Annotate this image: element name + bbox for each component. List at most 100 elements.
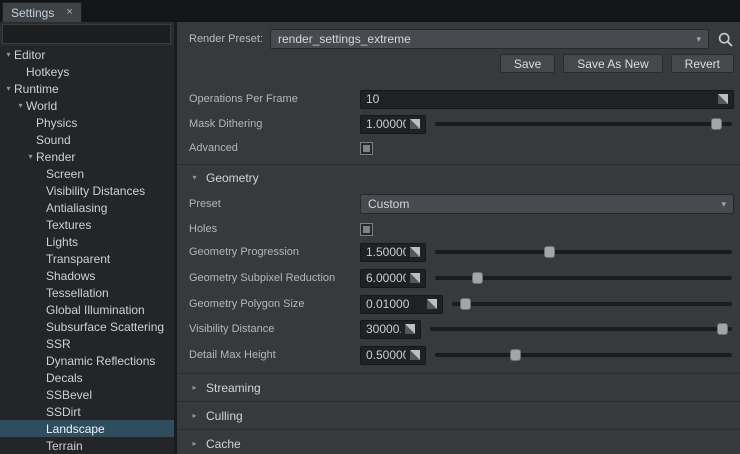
sidebar-item-textures[interactable]: Textures — [0, 216, 174, 233]
sidebar-item-ssr[interactable]: SSR — [0, 335, 174, 352]
section-cache[interactable]: ▸ Cache — [177, 429, 740, 454]
value-drag-icon[interactable] — [405, 324, 415, 334]
field-value: 0.50000 — [366, 348, 406, 362]
sidebar-search-input[interactable] — [2, 24, 171, 44]
revert-button[interactable]: Revert — [671, 54, 734, 73]
chevron-down-icon[interactable]: ▾ — [3, 84, 14, 93]
value-drag-icon[interactable] — [718, 94, 728, 104]
search-icon[interactable] — [717, 31, 734, 48]
chevron-right-icon[interactable]: ▸ — [189, 439, 200, 448]
section-geometry[interactable]: ▾ Geometry — [177, 164, 740, 190]
sidebar-item-physics[interactable]: Physics — [0, 114, 174, 131]
slider-track[interactable] — [435, 122, 732, 126]
save-button[interactable]: Save — [500, 54, 555, 73]
geometry-subpixel-reduction-input[interactable]: 6.00000 — [360, 269, 426, 288]
slider-track[interactable] — [435, 250, 732, 254]
value-drag-icon[interactable] — [410, 119, 420, 129]
sidebar-item-hotkeys[interactable]: Hotkeys — [0, 63, 174, 80]
tree-item-label: Lights — [46, 235, 78, 249]
geometry-preset-dropdown[interactable]: Custom ▾ — [360, 194, 734, 214]
value-drag-icon[interactable] — [410, 350, 420, 360]
slider-handle[interactable] — [472, 272, 483, 284]
geometry-polygon-size-slider[interactable] — [452, 297, 734, 311]
geometry-subpixel-reduction-slider[interactable] — [435, 271, 734, 285]
slider-handle[interactable] — [717, 323, 728, 335]
chevron-down-icon[interactable]: ▾ — [189, 173, 200, 182]
mask-dithering-input[interactable]: 1.00000 — [360, 115, 426, 134]
sidebar-item-transparent[interactable]: Transparent — [0, 250, 174, 267]
slider-handle[interactable] — [460, 298, 471, 310]
sidebar-item-screen[interactable]: Screen — [0, 165, 174, 182]
geometry-progression-input[interactable]: 1.50000 — [360, 243, 426, 262]
close-icon[interactable]: × — [66, 7, 72, 18]
sidebar-item-antialiasing[interactable]: Antialiasing — [0, 199, 174, 216]
slider-handle[interactable] — [544, 246, 555, 258]
sidebar-item-dynamic-reflections[interactable]: Dynamic Reflections — [0, 352, 174, 369]
slider-handle[interactable] — [711, 118, 722, 130]
sidebar-item-lights[interactable]: Lights — [0, 233, 174, 250]
save-as-new-button[interactable]: Save As New — [563, 54, 662, 73]
advanced-row: Advanced — [189, 140, 734, 156]
advanced-checkbox[interactable] — [360, 142, 373, 155]
sidebar-item-global-illumination[interactable]: Global Illumination — [0, 301, 174, 318]
chevron-down-icon[interactable]: ▾ — [15, 101, 26, 110]
chevron-down-icon: ▾ — [721, 199, 726, 210]
chevron-down-icon: ▾ — [696, 34, 701, 45]
tree-item-label: Editor — [14, 48, 45, 62]
mask-dithering-slider[interactable] — [435, 117, 734, 131]
slider-handle[interactable] — [510, 349, 521, 361]
sidebar-item-shadows[interactable]: Shadows — [0, 267, 174, 284]
field-label: Preset — [189, 198, 360, 210]
slider-track[interactable] — [452, 302, 732, 306]
tree-item-label: SSBevel — [46, 388, 92, 402]
tab-settings[interactable]: Settings × — [2, 2, 82, 22]
sidebar-item-terrain[interactable]: Terrain — [0, 437, 174, 454]
field-value: 1.50000 — [366, 245, 406, 259]
detail-max-height-slider[interactable] — [435, 348, 734, 362]
render-preset-dropdown[interactable]: render_settings_extreme ▾ — [270, 29, 709, 49]
sidebar-item-subsurface-scattering[interactable]: Subsurface Scattering — [0, 318, 174, 335]
operations-per-frame-input[interactable]: 10 — [360, 90, 734, 109]
chevron-right-icon[interactable]: ▸ — [189, 383, 200, 392]
tree-item-label: Subsurface Scattering — [46, 320, 164, 334]
tree-item-label: Hotkeys — [26, 65, 69, 79]
tree-item-label: Landscape — [46, 422, 105, 436]
value-drag-icon[interactable] — [410, 273, 420, 283]
value-drag-icon[interactable] — [410, 247, 420, 257]
tree-item-label: Decals — [46, 371, 83, 385]
sidebar-item-visibility-distances[interactable]: Visibility Distances — [0, 182, 174, 199]
chevron-down-icon[interactable]: ▾ — [3, 50, 14, 59]
section-title: Cache — [206, 437, 241, 451]
field-value: 1.00000 — [366, 117, 406, 131]
chevron-right-icon[interactable]: ▸ — [189, 411, 200, 420]
sidebar-item-editor[interactable]: ▾ Editor — [0, 46, 174, 63]
geometry-progression-row: Geometry Progression 1.50000 — [189, 242, 734, 262]
visibility-distance-input[interactable]: 30000.0 — [360, 320, 421, 339]
detail-max-height-input[interactable]: 0.50000 — [360, 346, 426, 365]
slider-track[interactable] — [430, 327, 732, 331]
sidebar-item-render[interactable]: ▾ Render — [0, 148, 174, 165]
sidebar-item-runtime[interactable]: ▾ Runtime — [0, 80, 174, 97]
sidebar-item-ssdirt[interactable]: SSDirt — [0, 403, 174, 420]
sidebar-item-world[interactable]: ▾ World — [0, 97, 174, 114]
field-value: 6.00000 — [366, 271, 406, 285]
settings-sidebar: ▾ Editor Hotkeys ▾ Runtime ▾ World P — [0, 22, 177, 454]
holes-checkbox[interactable] — [360, 223, 373, 236]
field-value: 10 — [366, 92, 379, 106]
slider-track[interactable] — [435, 353, 732, 357]
tree-item-label: Textures — [46, 218, 91, 232]
preset-actions: Save Save As New Revert — [189, 54, 734, 73]
visibility-distance-slider[interactable] — [430, 322, 734, 336]
field-label: Holes — [189, 223, 360, 235]
geometry-polygon-size-input[interactable]: 0.01000 — [360, 295, 443, 314]
value-drag-icon[interactable] — [427, 299, 437, 309]
sidebar-item-landscape[interactable]: Landscape — [0, 420, 174, 437]
section-culling[interactable]: ▸ Culling — [177, 401, 740, 429]
section-streaming[interactable]: ▸ Streaming — [177, 373, 740, 401]
sidebar-item-decals[interactable]: Decals — [0, 369, 174, 386]
geometry-progression-slider[interactable] — [435, 245, 734, 259]
sidebar-item-tessellation[interactable]: Tessellation — [0, 284, 174, 301]
sidebar-item-ssbevel[interactable]: SSBevel — [0, 386, 174, 403]
sidebar-item-sound[interactable]: Sound — [0, 131, 174, 148]
chevron-down-icon[interactable]: ▾ — [25, 152, 36, 161]
